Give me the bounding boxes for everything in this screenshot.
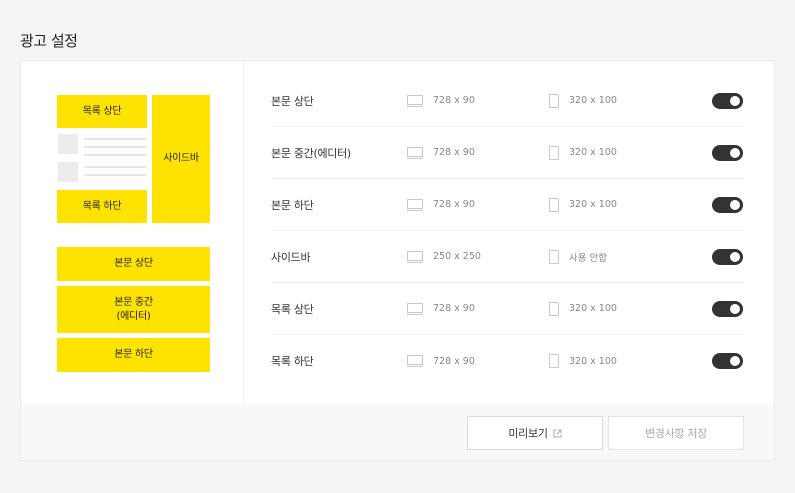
pc-size-value: 728 x 90: [433, 303, 475, 314]
preview-list-top: 목록 상단: [57, 95, 147, 128]
pc-size-value: 728 x 90: [433, 95, 475, 106]
preview-content-line: [84, 166, 146, 168]
mobile-size-value: 320 x 100: [569, 303, 617, 314]
preview-content-thumb: [58, 162, 78, 182]
pc-size: 728 x 90: [407, 355, 549, 367]
ad-position-row: 본문 하단 728 x 90 320 x 100: [271, 179, 743, 231]
mobile-size: 320 x 100: [549, 145, 699, 160]
pc-size: 728 x 90: [407, 198, 549, 211]
phone-icon: [549, 301, 559, 316]
external-link-icon: [553, 429, 562, 437]
ad-position-row: 본문 중간(에디터) 728 x 90 320 x 100: [271, 127, 743, 179]
position-toggle[interactable]: [712, 196, 743, 213]
preview-body-middle-line2: (에디터): [116, 310, 151, 322]
mobile-size: 320 x 100: [549, 93, 699, 108]
preview-body-middle: 본문 중간 (에디터): [57, 286, 210, 333]
monitor-icon: [407, 302, 423, 315]
preview-content-line: [84, 154, 146, 156]
position-toggle[interactable]: [712, 92, 743, 109]
mobile-size: 320 x 100: [549, 197, 699, 212]
position-toggle[interactable]: [712, 248, 743, 265]
card-footer: 미리보기 변경사항 저장: [21, 405, 774, 460]
ad-position-row: 사이드바 250 x 250 사용 안함: [271, 231, 743, 283]
monitor-icon: [407, 355, 423, 367]
pc-size: 250 x 250: [407, 250, 549, 263]
monitor-icon: [407, 250, 423, 263]
ad-position-row: 목록 상단 728 x 90 320 x 100: [271, 283, 743, 335]
preview-content-line: [84, 138, 146, 140]
preview-sidebar: 사이드바: [152, 95, 210, 223]
pc-size-value: 728 x 90: [433, 199, 475, 210]
mobile-size: 사용 안함: [549, 249, 699, 264]
monitor-icon: [407, 94, 423, 107]
preview-button-label: 미리보기: [508, 427, 548, 440]
pc-size: 728 x 90: [407, 302, 549, 315]
position-label: 목록 하단: [271, 355, 314, 368]
monitor-icon: [407, 146, 423, 159]
pc-size: 728 x 90: [407, 146, 549, 159]
mobile-size-value: 320 x 100: [569, 199, 617, 210]
monitor-icon: [407, 198, 423, 211]
preview-body-top: 본문 상단: [57, 247, 210, 281]
position-label: 본문 상단: [271, 94, 314, 108]
pc-size-value: 250 x 250: [433, 251, 481, 262]
mobile-size-value: 320 x 100: [569, 95, 617, 106]
page-title: 광고 설정: [20, 32, 78, 50]
preview-button[interactable]: 미리보기: [467, 416, 603, 450]
preview-content-line: [84, 146, 146, 148]
preview-body-middle-line1: 본문 중간: [114, 296, 153, 308]
position-toggle[interactable]: [712, 144, 743, 161]
mobile-size-value: 320 x 100: [569, 147, 617, 158]
preview-body-bottom: 본문 하단: [57, 338, 210, 372]
preview-content-line: [84, 174, 146, 176]
phone-icon: [549, 145, 559, 160]
ad-settings-card: 목록 상단 사이드바 목록 하단 본문 상단 본문 중간 (에디터) 본문 하단…: [20, 60, 775, 461]
save-changes-button[interactable]: 변경사항 저장: [608, 416, 744, 450]
phone-icon: [549, 93, 559, 108]
ad-position-row: 목록 하단 728 x 90 320 x 100: [271, 335, 743, 387]
position-label: 본문 중간(에디터): [271, 146, 351, 160]
phone-icon: [549, 197, 559, 212]
mobile-size: 320 x 100: [549, 354, 699, 368]
pc-size-value: 728 x 90: [433, 355, 475, 367]
phone-icon: [549, 354, 559, 368]
mobile-size: 320 x 100: [549, 301, 699, 316]
pc-size: 728 x 90: [407, 94, 549, 107]
position-label: 본문 하단: [271, 198, 314, 212]
position-toggle[interactable]: [712, 353, 743, 369]
ad-layout-preview: 목록 상단 사이드바 목록 하단 본문 상단 본문 중간 (에디터) 본문 하단: [21, 61, 244, 405]
mobile-size-value: 320 x 100: [569, 355, 617, 367]
phone-icon: [549, 249, 559, 264]
position-label: 사이드바: [271, 250, 311, 264]
ad-position-list: 본문 상단 728 x 90 320 x 100 본문 중간(에디터) 728 …: [271, 75, 743, 387]
ad-position-row: 본문 상단 728 x 90 320 x 100: [271, 75, 743, 127]
pc-size-value: 728 x 90: [433, 147, 475, 158]
preview-content-thumb: [58, 134, 78, 154]
preview-list-bottom: 목록 하단: [57, 190, 147, 223]
mobile-size-value: 사용 안함: [569, 252, 607, 264]
position-toggle[interactable]: [712, 300, 743, 317]
position-label: 목록 상단: [271, 302, 314, 316]
